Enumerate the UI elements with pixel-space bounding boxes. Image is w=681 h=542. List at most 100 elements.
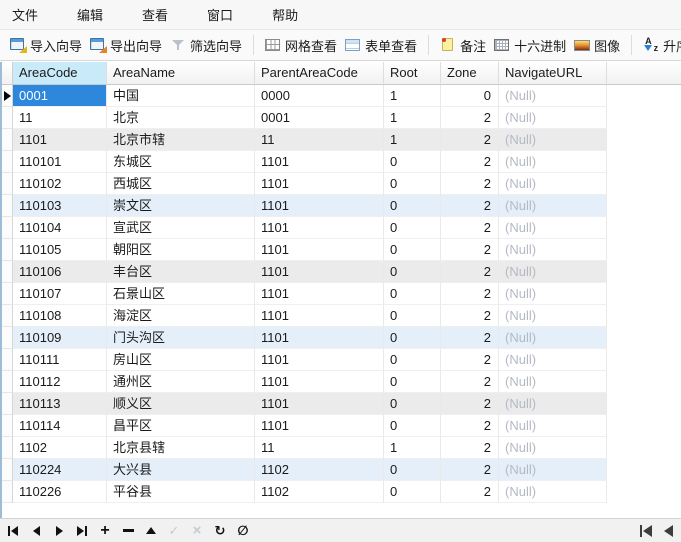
table-row[interactable]: 0001 中国 0000 1 0 (Null) bbox=[2, 85, 681, 107]
cell-parentareacode[interactable]: 1101 bbox=[255, 261, 384, 283]
last-record-button[interactable] bbox=[75, 524, 89, 538]
cell-zone[interactable]: 2 bbox=[441, 107, 499, 129]
cell-zone[interactable]: 2 bbox=[441, 349, 499, 371]
cell-navigateurl[interactable]: (Null) bbox=[499, 371, 607, 393]
cell-areacode[interactable]: 110103 bbox=[13, 195, 107, 217]
scroll-left-button[interactable] bbox=[661, 524, 675, 538]
cell-areaname[interactable]: 海淀区 bbox=[107, 305, 255, 327]
cell-parentareacode[interactable]: 1101 bbox=[255, 305, 384, 327]
cell-root[interactable]: 0 bbox=[384, 195, 441, 217]
cell-root[interactable]: 0 bbox=[384, 261, 441, 283]
cell-navigateurl[interactable]: (Null) bbox=[499, 415, 607, 437]
table-row[interactable]: 110102 西城区 1101 0 2 (Null) bbox=[2, 173, 681, 195]
cell-areacode[interactable]: 110104 bbox=[13, 217, 107, 239]
table-row[interactable]: 1102 北京县辖 11 1 2 (Null) bbox=[2, 437, 681, 459]
row-selector[interactable] bbox=[2, 283, 13, 305]
table-row[interactable]: 110114 昌平区 1101 0 2 (Null) bbox=[2, 415, 681, 437]
scroll-first-left-button[interactable] bbox=[639, 524, 653, 538]
table-row[interactable]: 110113 顺义区 1101 0 2 (Null) bbox=[2, 393, 681, 415]
cell-parentareacode[interactable]: 1102 bbox=[255, 459, 384, 481]
cell-parentareacode[interactable]: 11 bbox=[255, 129, 384, 151]
cell-areacode[interactable]: 110226 bbox=[13, 481, 107, 503]
cell-areaname[interactable]: 大兴县 bbox=[107, 459, 255, 481]
cell-navigateurl[interactable]: (Null) bbox=[499, 393, 607, 415]
next-record-button[interactable] bbox=[52, 524, 66, 538]
cell-navigateurl[interactable]: (Null) bbox=[499, 85, 607, 107]
cell-areaname[interactable]: 宣武区 bbox=[107, 217, 255, 239]
first-record-button[interactable] bbox=[6, 524, 20, 538]
delete-record-button[interactable] bbox=[121, 524, 135, 538]
cell-root[interactable]: 0 bbox=[384, 415, 441, 437]
column-header-areacode[interactable]: AreaCode bbox=[13, 62, 107, 85]
cell-areacode[interactable]: 0001 bbox=[13, 85, 107, 107]
table-row[interactable]: 110108 海淀区 1101 0 2 (Null) bbox=[2, 305, 681, 327]
menu-file[interactable]: 文件 bbox=[12, 5, 38, 24]
cell-parentareacode[interactable]: 1101 bbox=[255, 415, 384, 437]
cell-root[interactable]: 0 bbox=[384, 217, 441, 239]
cell-parentareacode[interactable]: 1101 bbox=[255, 151, 384, 173]
cell-zone[interactable]: 2 bbox=[441, 261, 499, 283]
cell-zone[interactable]: 2 bbox=[441, 459, 499, 481]
cell-root[interactable]: 0 bbox=[384, 283, 441, 305]
row-selector[interactable] bbox=[2, 305, 13, 327]
cell-zone[interactable]: 2 bbox=[441, 415, 499, 437]
cell-zone[interactable]: 2 bbox=[441, 151, 499, 173]
cell-root[interactable]: 0 bbox=[384, 349, 441, 371]
row-selector[interactable] bbox=[2, 327, 13, 349]
cell-root[interactable]: 1 bbox=[384, 85, 441, 107]
cell-zone[interactable]: 2 bbox=[441, 481, 499, 503]
insert-record-button[interactable]: + bbox=[98, 522, 112, 538]
cell-parentareacode[interactable]: 1101 bbox=[255, 239, 384, 261]
row-selector[interactable] bbox=[2, 107, 13, 129]
column-header-areaname[interactable]: AreaName bbox=[107, 62, 255, 85]
cell-navigateurl[interactable]: (Null) bbox=[499, 261, 607, 283]
table-row[interactable]: 110226 平谷县 1102 0 2 (Null) bbox=[2, 481, 681, 503]
cell-parentareacode[interactable]: 0001 bbox=[255, 107, 384, 129]
cell-root[interactable]: 0 bbox=[384, 327, 441, 349]
table-row[interactable]: 11 北京 0001 1 2 (Null) bbox=[2, 107, 681, 129]
cell-zone[interactable]: 2 bbox=[441, 437, 499, 459]
cell-parentareacode[interactable]: 1101 bbox=[255, 393, 384, 415]
row-selector[interactable] bbox=[2, 393, 13, 415]
stop-button[interactable]: ∅ bbox=[236, 523, 250, 538]
cell-areaname[interactable]: 西城区 bbox=[107, 173, 255, 195]
cell-areacode[interactable]: 11 bbox=[13, 107, 107, 129]
cell-root[interactable]: 0 bbox=[384, 459, 441, 481]
row-selector[interactable] bbox=[2, 415, 13, 437]
table-row[interactable]: 110101 东城区 1101 0 2 (Null) bbox=[2, 151, 681, 173]
table-row[interactable]: 110103 崇文区 1101 0 2 (Null) bbox=[2, 195, 681, 217]
cell-zone[interactable]: 2 bbox=[441, 129, 499, 151]
cell-parentareacode[interactable]: 1102 bbox=[255, 481, 384, 503]
cell-areacode[interactable]: 110102 bbox=[13, 173, 107, 195]
row-selector[interactable] bbox=[2, 481, 13, 503]
cell-areacode[interactable]: 110109 bbox=[13, 327, 107, 349]
cell-navigateurl[interactable]: (Null) bbox=[499, 437, 607, 459]
cell-areaname[interactable]: 房山区 bbox=[107, 349, 255, 371]
cell-root[interactable]: 0 bbox=[384, 151, 441, 173]
cell-root[interactable]: 0 bbox=[384, 239, 441, 261]
cell-root[interactable]: 1 bbox=[384, 437, 441, 459]
sort-ascending-button[interactable]: Az 升序排序 bbox=[639, 33, 681, 58]
cell-areaname[interactable]: 北京县辖 bbox=[107, 437, 255, 459]
cell-parentareacode[interactable]: 1101 bbox=[255, 283, 384, 305]
cell-navigateurl[interactable]: (Null) bbox=[499, 239, 607, 261]
row-selector[interactable] bbox=[2, 349, 13, 371]
column-header-parentareacode[interactable]: ParentAreaCode bbox=[255, 62, 384, 85]
memo-button[interactable]: 备注 bbox=[436, 33, 490, 58]
cell-zone[interactable]: 2 bbox=[441, 305, 499, 327]
cell-areacode[interactable]: 110224 bbox=[13, 459, 107, 481]
table-row[interactable]: 110224 大兴县 1102 0 2 (Null) bbox=[2, 459, 681, 481]
row-selector[interactable] bbox=[2, 129, 13, 151]
row-selector[interactable] bbox=[2, 217, 13, 239]
menu-window[interactable]: 窗口 bbox=[207, 5, 233, 24]
cell-areacode[interactable]: 110108 bbox=[13, 305, 107, 327]
cell-areaname[interactable]: 平谷县 bbox=[107, 481, 255, 503]
cell-parentareacode[interactable]: 1101 bbox=[255, 217, 384, 239]
import-wizard-button[interactable]: 导入向导 bbox=[6, 33, 86, 58]
cell-navigateurl[interactable]: (Null) bbox=[499, 217, 607, 239]
cell-areaname[interactable]: 顺义区 bbox=[107, 393, 255, 415]
cell-areaname[interactable]: 通州区 bbox=[107, 371, 255, 393]
cell-areaname[interactable]: 北京 bbox=[107, 107, 255, 129]
cell-areacode[interactable]: 110105 bbox=[13, 239, 107, 261]
cell-areacode[interactable]: 1101 bbox=[13, 129, 107, 151]
